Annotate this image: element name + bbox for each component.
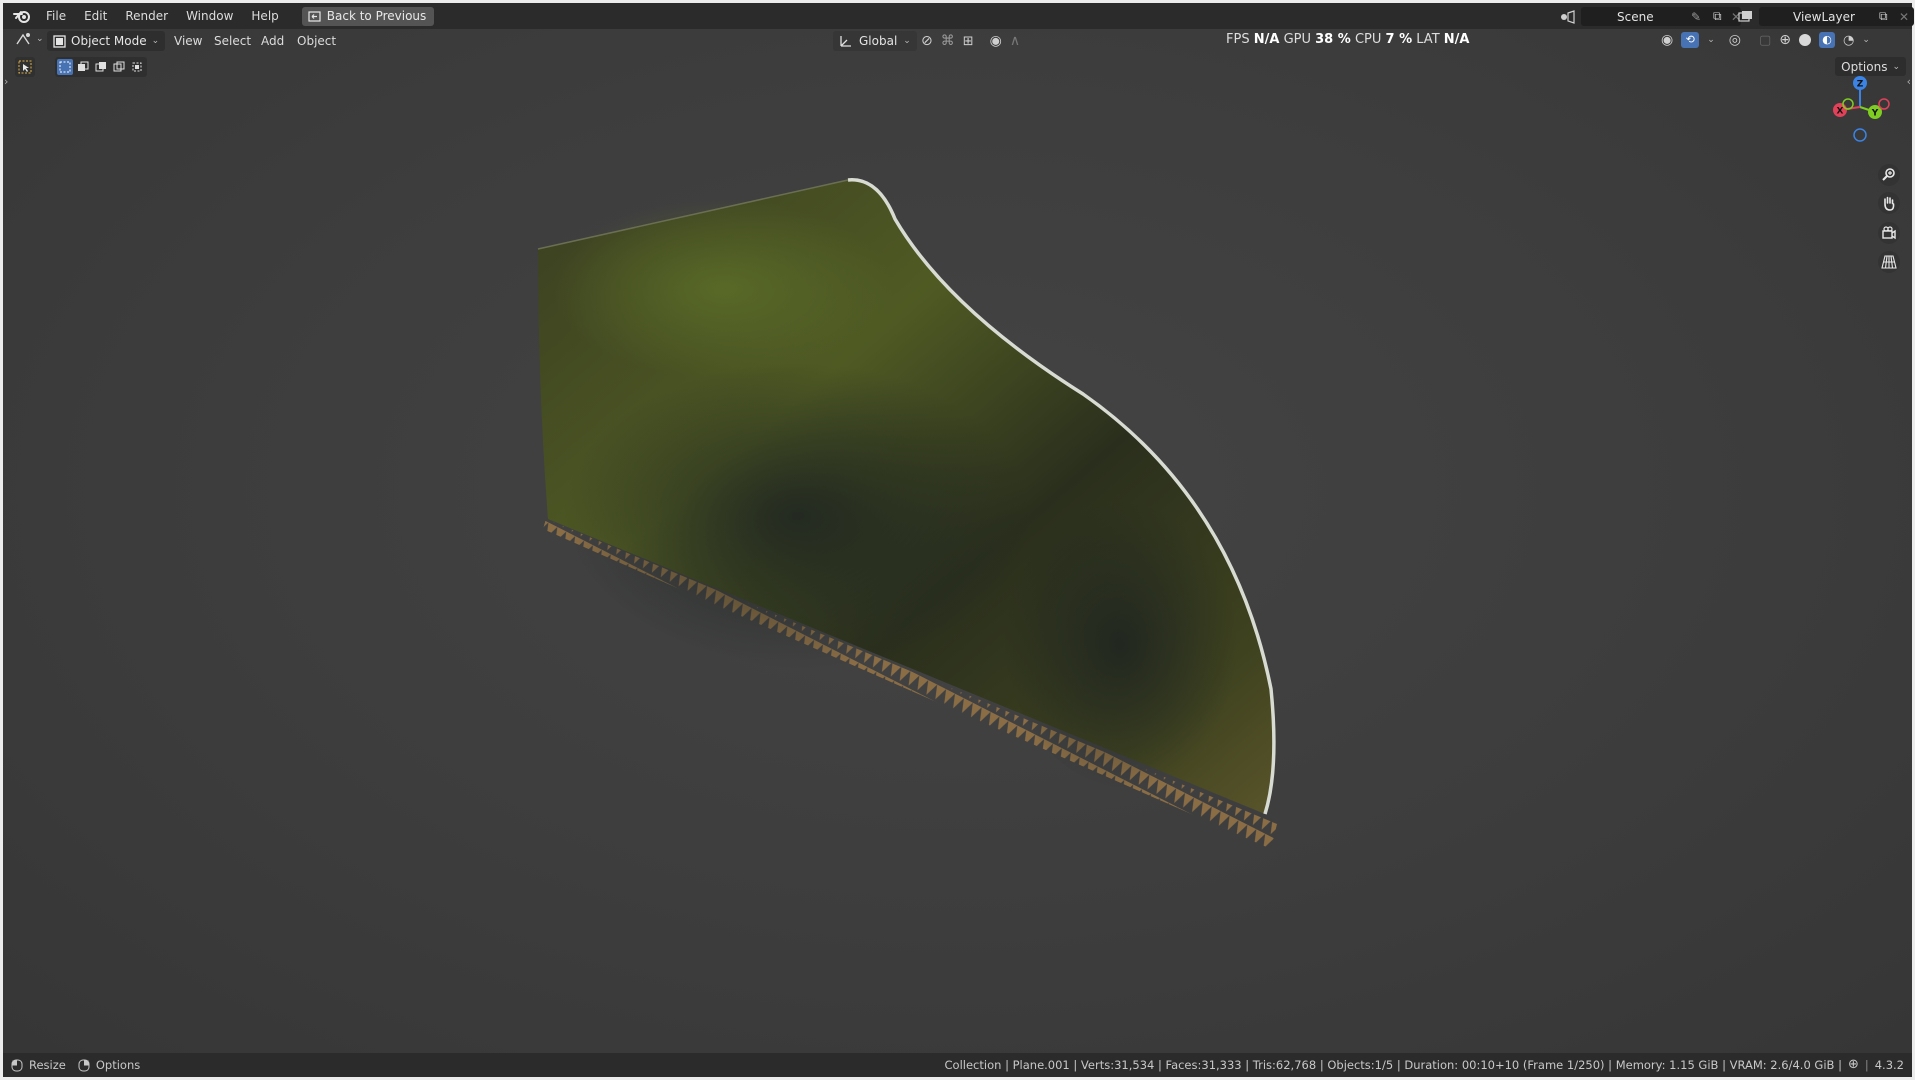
select-new-icon[interactable]: [57, 59, 73, 75]
snap-icon[interactable]: ⌘: [941, 33, 955, 49]
view-layer-name: ViewLayer: [1793, 9, 1855, 24]
gpu-value: 38 %: [1315, 32, 1351, 47]
scene-statistics: Collection | Plane.001 | Verts:31,534 | …: [944, 1058, 1842, 1072]
gizmo-neg-z-axis[interactable]: [1853, 128, 1867, 142]
view-layer-icon[interactable]: [1735, 7, 1757, 26]
back-to-previous-button[interactable]: Back to Previous: [301, 6, 435, 26]
editor-type-dropdown[interactable]: ⌄: [15, 31, 44, 47]
status-bar: Resize Options Collection | Plane.001 | …: [3, 1053, 1912, 1077]
menu-edit[interactable]: Edit: [75, 3, 116, 29]
gizmo-y-label: Y: [1871, 109, 1879, 119]
view-layer-selector[interactable]: ViewLayer ⧉ ✕: [1759, 7, 1914, 26]
gpu-label: GPU: [1283, 32, 1311, 47]
performance-overlay: FPS N/A GPU 38 % CPU 7 % LAT N/A: [1226, 29, 1469, 51]
xray-icon[interactable]: ▢: [1759, 33, 1771, 48]
pivot-point-icon[interactable]: ⊘: [921, 33, 933, 49]
snap-target-icon[interactable]: ⊞: [963, 34, 974, 49]
lat-value: N/A: [1443, 32, 1470, 47]
menu-window[interactable]: Window: [177, 3, 242, 29]
navigation-gizmo[interactable]: Z Y X: [1825, 73, 1895, 153]
transform-orientation-dropdown[interactable]: Global ⌄: [833, 31, 917, 51]
new-layer-icon[interactable]: ⧉: [1879, 9, 1888, 24]
visibility-eye-icon[interactable]: ◉: [1661, 32, 1673, 48]
menu-select[interactable]: Select: [214, 29, 251, 53]
fps-value: N/A: [1253, 32, 1280, 47]
grid-perspective-icon: [1881, 255, 1897, 269]
gizmo-toggle-icon[interactable]: ⟲: [1681, 32, 1700, 48]
network-globe-icon[interactable]: ⊕: [1848, 1053, 1859, 1077]
select-intersect-icon[interactable]: [129, 59, 145, 75]
cpu-value: 7 %: [1385, 32, 1413, 47]
zoom-button[interactable]: [1878, 164, 1900, 186]
falloff-icon[interactable]: ∧: [1010, 33, 1020, 49]
status-resize-label: Resize: [29, 1058, 66, 1072]
select-invert-icon[interactable]: [111, 59, 127, 75]
hand-pan-icon: [1884, 196, 1895, 211]
menu-add[interactable]: Add: [261, 29, 284, 53]
menu-view[interactable]: View: [174, 29, 202, 53]
cursor-select-icon: [18, 60, 32, 74]
gizmo-z-label: Z: [1857, 80, 1864, 90]
scene-name: Scene: [1617, 9, 1654, 24]
chevron-down-icon: ⌄: [151, 36, 160, 46]
orientation-axes-icon: [840, 36, 851, 47]
zoom-magnifier-icon: [1882, 168, 1895, 181]
chevron-down-icon: ⌄: [903, 36, 911, 46]
top-menubar: File Edit Render Window Help Back to Pre…: [3, 3, 1914, 29]
chevron-down-icon[interactable]: ⌄: [1707, 35, 1715, 45]
menu-object[interactable]: Object: [297, 29, 336, 53]
gizmo-neg-x-axis[interactable]: [1878, 98, 1890, 110]
menu-file[interactable]: File: [37, 3, 75, 29]
editor-type-icon: [16, 33, 30, 45]
chevron-down-icon: ⌄: [1892, 61, 1900, 72]
material-preview-shading-icon[interactable]: ◐: [1819, 32, 1836, 48]
select-tool-button[interactable]: [15, 57, 35, 77]
chevron-down-icon: ⌄: [36, 34, 44, 44]
back-button-label: Back to Previous: [326, 9, 427, 23]
wireframe-shading-icon[interactable]: ⊕: [1779, 32, 1791, 48]
mouse-right-icon: [78, 1059, 90, 1071]
gizmo-neg-y-axis[interactable]: [1842, 98, 1854, 110]
rendered-shading-icon[interactable]: ◔: [1843, 33, 1854, 48]
sidebar-expand-arrow-icon[interactable]: ‹: [1907, 75, 1911, 88]
overlays-icon[interactable]: ◎: [1729, 32, 1741, 48]
back-screen-icon: [308, 10, 321, 22]
new-scene-icon[interactable]: ⧉: [1713, 9, 1722, 24]
scene-icon[interactable]: [1557, 7, 1579, 26]
viewport-header: ⌄ Object Mode ⌄ View Select Add Object G…: [3, 29, 1912, 53]
scene-selector[interactable]: Scene ✎ ⧉ ✕: [1581, 7, 1741, 26]
chevron-down-icon[interactable]: ⌄: [1862, 35, 1870, 45]
camera-view-button[interactable]: [1878, 222, 1900, 244]
3d-viewport[interactable]: ⌄ Object Mode ⌄ View Select Add Object G…: [3, 29, 1912, 1053]
cpu-label: CPU: [1354, 32, 1382, 47]
toolbar-expand-arrow-icon[interactable]: ›: [4, 75, 8, 88]
options-label: Options: [1841, 59, 1888, 74]
solid-shading-icon[interactable]: [1799, 34, 1812, 46]
status-options-label: Options: [95, 1058, 141, 1072]
projection-toggle-button[interactable]: [1878, 251, 1900, 273]
menu-help[interactable]: Help: [242, 3, 287, 29]
select-subtract-icon[interactable]: [93, 59, 109, 75]
camera-icon: [1882, 226, 1896, 240]
gizmo-x-label: X: [1837, 107, 1844, 117]
object-mode-dropdown[interactable]: Object Mode ⌄: [47, 31, 166, 51]
close-layer-icon[interactable]: ✕: [1899, 10, 1909, 24]
select-extend-icon[interactable]: [75, 59, 91, 75]
pin-icon[interactable]: ✎: [1691, 10, 1701, 24]
fps-label: FPS: [1226, 32, 1250, 47]
object-mode-icon: [53, 34, 66, 48]
lat-label: LAT: [1416, 32, 1440, 47]
blender-logo-icon[interactable]: [11, 5, 33, 27]
orientation-label: Global: [859, 34, 898, 48]
pan-button[interactable]: [1878, 192, 1900, 214]
blender-version: 4.3.2: [1874, 1058, 1904, 1072]
tool-row: [15, 57, 147, 77]
mouse-left-icon: [11, 1059, 23, 1071]
blade-object[interactable]: [3, 29, 1912, 1053]
menu-render[interactable]: Render: [116, 3, 177, 29]
selection-mode-group: [55, 57, 147, 77]
object-mode-label: Object Mode: [71, 34, 147, 48]
proportional-edit-icon[interactable]: ◉: [990, 33, 1002, 49]
